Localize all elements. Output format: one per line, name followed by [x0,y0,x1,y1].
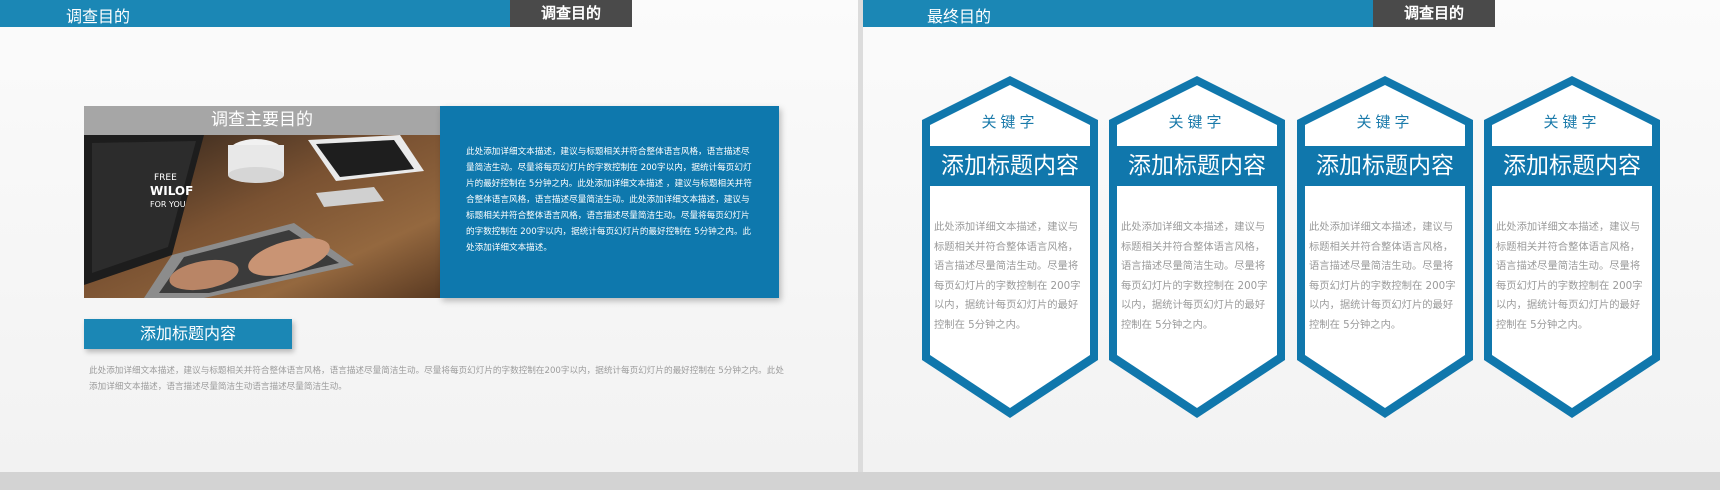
image-card: 调查主要目的 FREE WILOF FOR YOU [84,106,440,298]
photo-text-3: FOR YOU [150,200,186,209]
keyword-card: 关键字添加标题内容此处添加详细文本描述，建议与标题相关并符合整体语言风格，语言描… [1107,74,1287,420]
footnote-text: 此处添加详细文本描述，建议与标题相关并符合整体语言风格，语言描述尽量简洁生动。尽… [89,366,784,392]
header-title: 调查目的 [66,7,131,26]
card-body: 此处添加详细文本描述，建议与标题相关并符合整体语言风格，语言描述尽量简洁生动。尽… [1496,221,1643,331]
card-title: 添加标题内容 [1116,146,1278,186]
photo-text-2: WILOF [150,184,193,198]
header-tab: 调查目的 [1373,0,1495,27]
laptop-photo-illustration: FREE WILOF FOR YOU [84,135,440,298]
image-label: 调查主要目的 [84,106,440,135]
card-keyword: 关键字 [1543,113,1601,131]
card-body: 此处添加详细文本描述，建议与标题相关并符合整体语言风格，语言描述尽量简洁生动。尽… [934,221,1081,331]
card-keyword: 关键字 [1168,113,1226,131]
header-title: 最终目的 [927,7,992,26]
slide-left: 调查目的 调查目的 调查主要目的 FREE WILOF FOR YOU 此处添加… [0,0,858,472]
panel-text: 此处添加详细文本描述，建议与标题相关并符合整体语言风格，语言描述尽量简洁生动。尽… [466,147,752,253]
card-keyword: 关键字 [1356,113,1414,131]
slide-right: 最终目的 调查目的 关键字 添加标题内容 此处添加详细文本描述，建议与标题相关并符合… [863,0,1720,472]
laptop-photo: FREE WILOF FOR YOU [84,135,440,298]
header-tab: 调查目的 [510,0,632,27]
card-title: 添加标题内容 [929,146,1091,186]
card-body: 此处添加详细文本描述，建议与标题相关并符合整体语言风格，语言描述尽量简洁生动。尽… [1121,221,1268,331]
keyword-card: 关键字添加标题内容此处添加详细文本描述，建议与标题相关并符合整体语言风格，语言描… [1482,74,1662,420]
card-body: 此处添加详细文本描述，建议与标题相关并符合整体语言风格，语言描述尽量简洁生动。尽… [1309,221,1456,331]
card-keyword: 关键字 [981,113,1039,131]
description-panel: 此处添加详细文本描述，建议与标题相关并符合整体语言风格，语言描述尽量简洁生动。尽… [440,106,779,298]
keyword-card: 关键字添加标题内容此处添加详细文本描述，建议与标题相关并符合整体语言风格，语言描… [920,74,1100,420]
bottom-strip [0,472,1720,490]
subtitle-box: 添加标题内容 [84,319,292,349]
keyword-card: 关键字添加标题内容此处添加详细文本描述，建议与标题相关并符合整体语言风格，语言描… [1295,74,1475,420]
photo-text-1: FREE [154,173,177,183]
card-title: 添加标题内容 [1304,146,1466,186]
card-title: 添加标题内容 [1491,146,1653,186]
